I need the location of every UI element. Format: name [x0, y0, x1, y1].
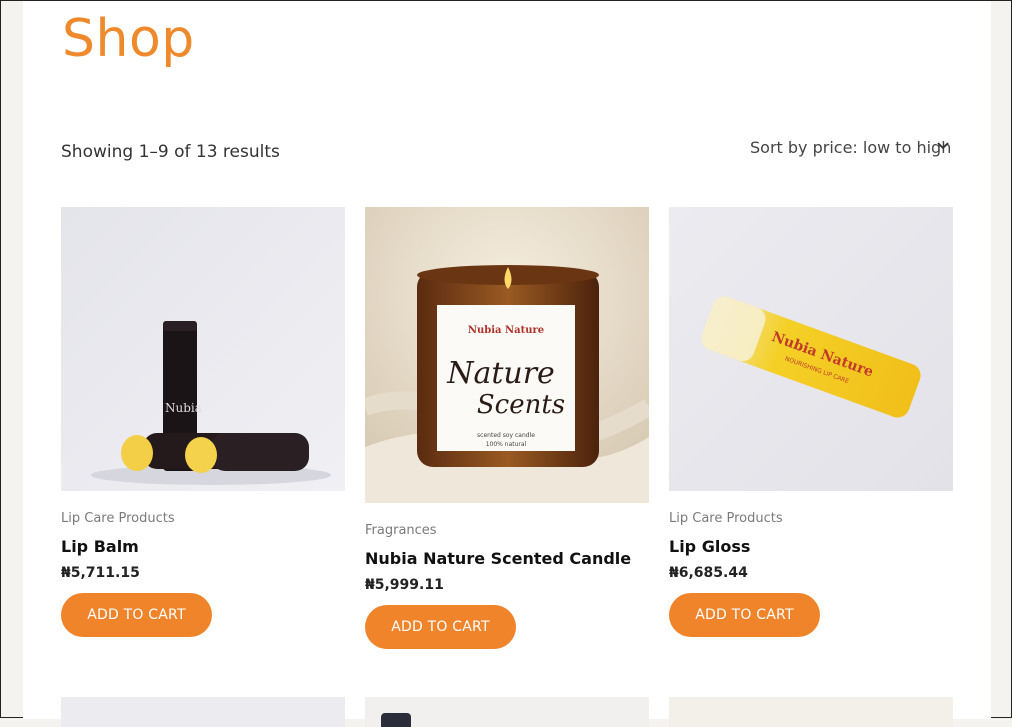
product-category[interactable]: Lip Care Products [669, 511, 953, 526]
product-image-partial[interactable] [669, 697, 953, 727]
candle-label-brand: Nubia Nature [468, 325, 544, 336]
product-name[interactable]: Nubia Nature Scented Candle [365, 549, 649, 568]
svg-text:Nubia: Nubia [165, 401, 202, 415]
add-to-cart-button[interactable]: ADD TO CART [61, 593, 212, 637]
product-name[interactable]: Lip Gloss [669, 537, 953, 556]
result-count: Showing 1–9 of 13 results [61, 142, 280, 162]
product-image-partial[interactable] [365, 697, 649, 727]
candle-label-line1: scented soy candle [477, 432, 535, 439]
product-category[interactable]: Fragrances [365, 523, 649, 538]
product-name[interactable]: Lip Balm [61, 537, 345, 556]
candle-label-script2: Scents [477, 390, 565, 420]
product-card-lip-balm: Nubia Lip Care Products Lip Balm ₦5,711.… [61, 207, 345, 637]
candle-label-script1: Nature [446, 356, 555, 391]
add-to-cart-button[interactable]: ADD TO CART [365, 605, 516, 649]
candle-label-line2: 100% natural [486, 441, 527, 448]
sort-select[interactable]: Sort by price: low to high [750, 138, 950, 160]
product-price: ₦5,711.15 [61, 565, 140, 581]
add-to-cart-button[interactable]: ADD TO CART [669, 593, 820, 637]
product-category[interactable]: Lip Care Products [61, 511, 345, 526]
shop-page: Shop Showing 1–9 of 13 results Sort by p… [23, 1, 991, 727]
product-card-scented-candle: Nubia Nature Nature Scents scented soy c… [365, 207, 649, 649]
product-card-lip-gloss: Nubia Nature NOURISHING LIP CARE Lip Car… [669, 207, 953, 637]
product-image[interactable]: Nubia Nature Nature Scents scented soy c… [365, 207, 649, 503]
product-image[interactable]: Nubia [61, 207, 345, 491]
product-image[interactable]: Nubia Nature NOURISHING LIP CARE [669, 207, 953, 491]
product-price: ₦6,685.44 [669, 565, 748, 581]
product-price: ₦5,999.11 [365, 577, 444, 593]
chevron-down-icon[interactable] [936, 139, 950, 153]
page-title: Shop [62, 9, 195, 69]
product-image-partial[interactable] [61, 697, 345, 727]
